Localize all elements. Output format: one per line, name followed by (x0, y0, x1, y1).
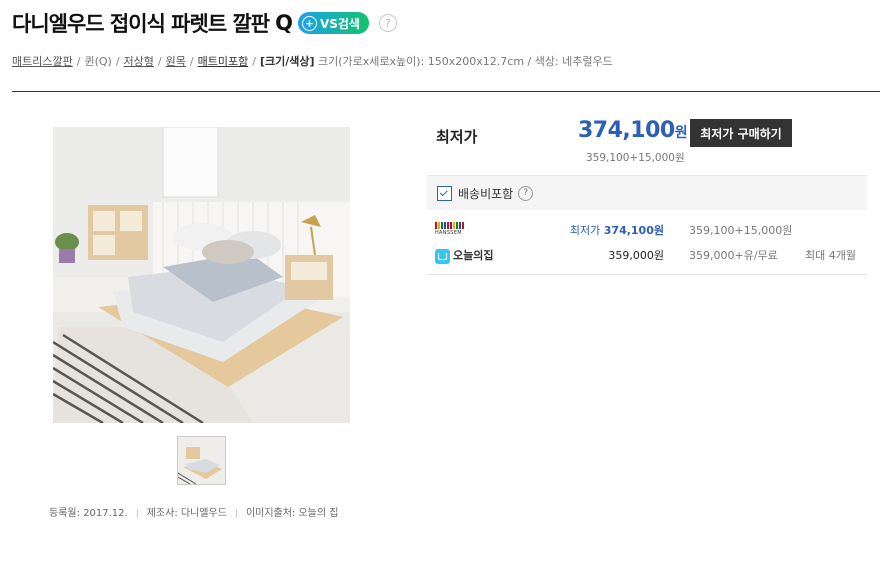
logo-bar (441, 222, 443, 229)
breadcrumb-item[interactable]: 매트리스깔판 (12, 55, 73, 68)
breadcrumb-item[interactable]: 매트미포함 (198, 55, 249, 68)
logo-bar (444, 222, 446, 229)
register-date: 등록월: 2017.12. (49, 508, 128, 519)
vs-search-button[interactable]: + VS검색 (297, 12, 369, 34)
breadcrumb-item[interactable]: 저상형 (124, 55, 154, 68)
shop-price-detail: 359,000+유/무료 (689, 249, 778, 262)
shop-price[interactable]: 359,000원 (608, 243, 664, 269)
hanssem-logo[interactable]: HANSSEM (435, 222, 464, 236)
shipping-include-row: 배송비포함 ? (427, 175, 867, 210)
spec-text: 크기(가로x세로x높이): 150x200x12.7cm / 색상: 네추럴우드 (318, 55, 613, 68)
logo-bar (456, 222, 458, 229)
hanssem-logo-text: HANSSEM (435, 230, 462, 236)
logo-bar (453, 222, 455, 229)
product-meta: 등록월: 2017.12. | 제조사: 다니엘우드 | 이미지출처: 오늘의 집 (49, 508, 339, 519)
breadcrumb: 매트리스깔판 / 퀸(Q) / 저상형 / 원목 / 매트미포함 / [크기/색상] 크기(가로x세… (12, 55, 613, 68)
help-icon[interactable]: ? (518, 185, 534, 201)
logo-bar (438, 222, 440, 229)
help-icon[interactable]: ? (378, 14, 397, 32)
lowest-price-value: 374,100 (578, 118, 675, 143)
logo-bar (450, 222, 452, 229)
product-thumbnail[interactable] (177, 436, 226, 485)
shop-price[interactable]: 최저가 374,100원 (570, 218, 664, 244)
logo-bar (462, 222, 464, 229)
logo-bar (447, 222, 449, 229)
shop-price-value: 374,100원 (603, 224, 664, 237)
page-title: 다니엘우드 접이식 파렛트 깔판 (12, 12, 270, 36)
shipping-include-label[interactable]: 배송비포함 (458, 185, 513, 202)
price-breakdown: 359,100+15,000원 (586, 152, 685, 164)
plus-icon: + (301, 15, 317, 31)
ohouse-logo[interactable]: 오늘의집 (435, 243, 493, 269)
manufacturer: 제조사: 다니엘우드 (146, 508, 227, 519)
breadcrumb-item: 퀸(Q) (84, 55, 112, 68)
house-icon (435, 248, 450, 264)
shop-extra: 최대 4개월 (805, 249, 856, 262)
title-row: 다니엘우드 접이식 파렛트 깔판 Q + VS검색 ? (12, 8, 397, 38)
shipping-include-checkbox[interactable] (437, 185, 452, 201)
shop-price-detail: 359,100+15,000원 (689, 224, 793, 237)
shop-row[interactable]: 오늘의집 359,000원 359,000+유/무료 최대 4개월 (427, 243, 867, 275)
q-icon[interactable]: Q (275, 11, 293, 35)
vs-search-label: VS검색 (319, 16, 360, 31)
shop-row[interactable]: HANSSEM 최저가 374,100원 359,100+15,000원 (427, 218, 867, 244)
header-divider (12, 91, 880, 92)
ohouse-logo-text: 오늘의집 (453, 249, 494, 262)
lowest-price: 374,100원 (578, 118, 688, 143)
buy-lowest-button[interactable]: 최저가 구매하기 (690, 119, 792, 147)
currency-won: 원 (674, 125, 688, 141)
lowest-price-label: 최저가 (436, 128, 478, 146)
image-source: 이미지출처: 오늘의 집 (245, 508, 339, 519)
spec-label: [크기/색상] (259, 55, 315, 68)
breadcrumb-item[interactable]: 원목 (166, 55, 186, 68)
shop-price-prefix: 최저가 (569, 224, 601, 237)
logo-bar (459, 222, 461, 229)
product-main-image[interactable] (53, 127, 350, 423)
logo-bar (435, 222, 437, 229)
